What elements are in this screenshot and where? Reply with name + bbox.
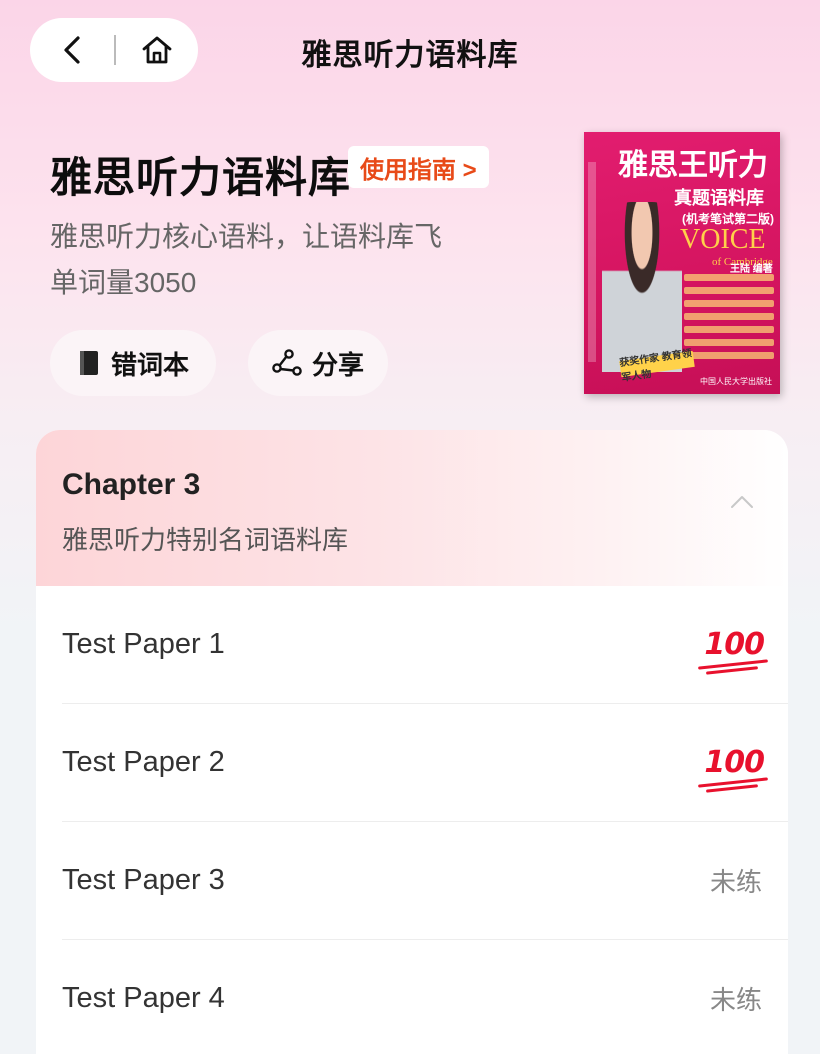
score-100-icon: 100 [704, 627, 765, 662]
cover-title: 雅思王听力 [618, 149, 768, 182]
book-cover-image: 雅思王听力 真题语料库 (机考笔试第二版) VOICE of Cambridge… [584, 132, 780, 394]
share-icon [272, 349, 302, 376]
chapter-description: 雅思听力特别名词语料库 [62, 525, 349, 555]
corpus-title: 雅思听力语料库 [50, 154, 352, 201]
share-label: 分享 [311, 349, 364, 380]
paper-row-1[interactable]: Test Paper 1 100 [62, 586, 788, 704]
paper-status: 未练 [709, 985, 762, 1015]
wrong-words-button[interactable]: 错词本 [50, 330, 216, 396]
cover-author: 王陆 编著 [730, 264, 773, 275]
chapter-header[interactable]: Chapter 3 雅思听力特别名词语料库 [36, 430, 788, 586]
paper-row-4[interactable]: Test Paper 4 未练 [62, 940, 788, 1054]
score-100-icon: 100 [704, 745, 765, 780]
corpus-subtitle: 雅思听力核心语料，让语料库飞单词量3050 [50, 221, 443, 298]
paper-name: Test Paper 4 [62, 982, 225, 1014]
cover-publisher: 中国人民大学出版社 [700, 377, 772, 386]
usage-guide-button[interactable]: 使用指南 > [348, 146, 489, 188]
paper-name: Test Paper 2 [62, 746, 225, 778]
share-button[interactable]: 分享 [248, 330, 388, 396]
cover-brand: VOICE [680, 224, 766, 255]
book-icon [79, 351, 98, 375]
cover-subtitle: 真题语料库 [674, 188, 764, 208]
chapter-card: Chapter 3 雅思听力特别名词语料库 Test Paper 1 100 T… [36, 430, 788, 1054]
paper-name: Test Paper 3 [62, 864, 225, 896]
wrong-words-label: 错词本 [110, 349, 189, 380]
paper-row-2[interactable]: Test Paper 2 100 [62, 704, 788, 822]
chapter-title: Chapter 3 [62, 468, 201, 501]
page-title: 雅思听力语料库 [301, 39, 519, 72]
cover-blurb [684, 274, 774, 365]
paper-name: Test Paper 1 [62, 628, 225, 660]
chevron-up-icon[interactable] [730, 494, 754, 510]
cover-spine [588, 162, 596, 362]
paper-status: 未练 [709, 867, 762, 897]
cover-sticker: 获奖作家 教育领军人物 [619, 348, 695, 384]
paper-row-3[interactable]: Test Paper 3 未练 [62, 822, 788, 940]
